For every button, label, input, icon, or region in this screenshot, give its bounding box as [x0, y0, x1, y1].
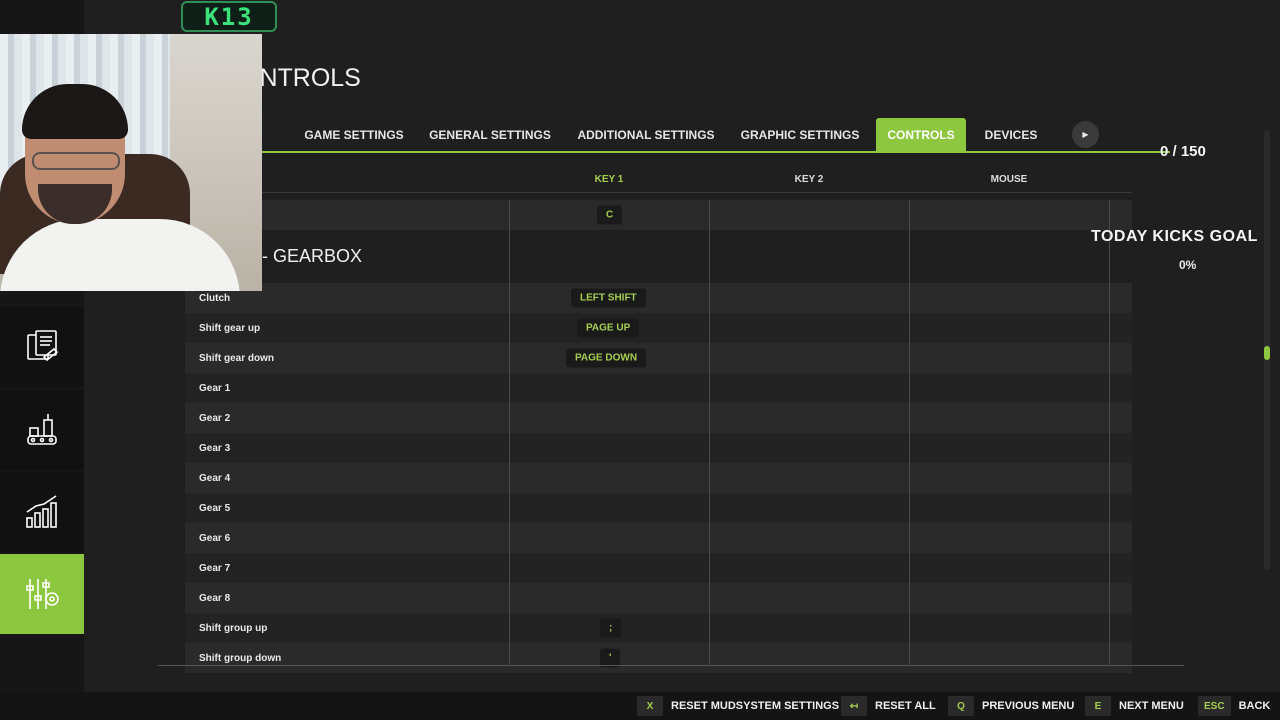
action-label: Gear 8 — [199, 592, 231, 604]
key1-binding[interactable]: PAGE UP — [577, 318, 640, 338]
tab-game-settings[interactable]: GAME SETTINGS — [294, 118, 414, 152]
action-label: Gear 6 — [199, 532, 231, 544]
header-divider — [262, 192, 1132, 193]
sidebar-item-settings[interactable] — [0, 554, 89, 634]
key-hint: E — [1085, 696, 1111, 716]
previous-menu-button[interactable]: Q PREVIOUS MENU — [948, 696, 1074, 716]
binding-row-shift-gear-up[interactable]: Shift gear up PAGE UP — [185, 313, 1132, 343]
binding-row-gear-4[interactable]: Gear 4 — [185, 463, 1132, 493]
tab-additional-settings[interactable]: ADDITIONAL SETTINGS — [572, 118, 720, 152]
action-label: Gear 1 — [199, 382, 231, 394]
action-label: Gear 7 — [199, 562, 231, 574]
tab-controls[interactable]: CONTROLS — [876, 118, 966, 152]
binding-row-gear-6[interactable]: Gear 6 — [185, 523, 1132, 553]
sidebar-item-documents[interactable] — [0, 307, 84, 387]
key-hint: ↤ — [841, 696, 867, 716]
tab-devices[interactable]: DEVICES — [978, 118, 1044, 152]
webcam-overlay — [0, 34, 262, 291]
tab-underline — [262, 151, 1170, 153]
action-label: Gear 4 — [199, 472, 231, 484]
column-divider — [709, 200, 710, 665]
hint-label: RESET MUDSYSTEM SETTINGS — [671, 700, 840, 712]
binding-row-shift-gear-down[interactable]: Shift gear down PAGE DOWN — [185, 343, 1132, 373]
goal-title: TODAY KICKS GOAL — [1091, 228, 1258, 245]
hint-label: PREVIOUS MENU — [982, 700, 1075, 712]
hint-label: NEXT MENU — [1119, 700, 1184, 712]
column-divider — [509, 200, 510, 665]
column-divider — [1109, 200, 1110, 665]
binding-row-gear-3[interactable]: Gear 3 — [185, 433, 1132, 463]
sidebar-item-statistics[interactable] — [0, 472, 84, 552]
action-label: Gear 3 — [199, 442, 231, 454]
action-label: Shift group down — [199, 652, 282, 664]
binding-row-gear-7[interactable]: Gear 7 — [185, 553, 1132, 583]
hint-label: BACK — [1238, 700, 1271, 712]
hint-label: RESET ALL — [875, 700, 936, 712]
column-header-key2: KEY 2 — [794, 174, 824, 185]
reset-all-button[interactable]: ↤ RESET ALL — [841, 696, 936, 716]
settings-sliders-icon — [26, 579, 59, 609]
sidebar-item-production[interactable] — [0, 390, 84, 470]
action-label: Clutch — [199, 292, 231, 304]
column-divider — [909, 200, 910, 665]
documents-icon — [27, 330, 59, 362]
column-header-mouse: MOUSE — [990, 174, 1028, 185]
key1-binding[interactable]: PAGE DOWN — [566, 348, 647, 368]
binding-row-partial[interactable]: C — [262, 200, 1132, 230]
action-label: Shift gear down — [199, 352, 274, 364]
factory-icon — [27, 414, 57, 445]
action-label: Gear 2 — [199, 412, 231, 424]
statistics-icon — [26, 495, 57, 528]
back-button[interactable]: ESC BACK — [1198, 696, 1270, 716]
goal-counter: 0 / 150 — [1160, 143, 1206, 160]
key1-binding[interactable]: ; — [600, 618, 622, 638]
section-title: - GEARBOX — [262, 246, 363, 266]
key1-binding[interactable]: LEFT SHIFT — [571, 288, 646, 308]
active-indicator-arrow — [84, 590, 89, 598]
key1-binding[interactable]: C — [597, 205, 623, 225]
binding-row-gear-5[interactable]: Gear 5 — [185, 493, 1132, 523]
key-hint: ESC — [1198, 696, 1231, 716]
table-bottom-divider — [158, 665, 1184, 666]
action-label: Gear 5 — [199, 502, 231, 514]
next-tab-arrow-icon[interactable]: ▶ — [1072, 121, 1099, 148]
badge-text: K13 — [204, 2, 254, 31]
binding-row-clutch[interactable]: Clutch LEFT SHIFT — [185, 283, 1132, 313]
key-hint: X — [637, 696, 663, 716]
binding-row-gear-8[interactable]: Gear 8 — [185, 583, 1132, 613]
tab-graphic-settings[interactable]: GRAPHIC SETTINGS — [738, 118, 862, 152]
binding-row-shift-group-down[interactable]: Shift group down ' — [185, 643, 1132, 673]
tab-general-settings[interactable]: GENERAL SETTINGS — [426, 118, 554, 152]
reset-mudsystem-button[interactable]: X RESET MUDSYSTEM SETTINGS — [637, 696, 839, 716]
binding-row-gear-2[interactable]: Gear 2 — [185, 403, 1132, 433]
scrollbar-thumb[interactable] — [1264, 346, 1270, 360]
action-label: Shift gear up — [199, 322, 261, 334]
next-menu-button[interactable]: E NEXT MENU — [1085, 696, 1184, 716]
channel-badge: K13 — [181, 1, 277, 32]
column-header-key1: KEY 1 — [594, 174, 624, 185]
key-hint: Q — [948, 696, 974, 716]
binding-row-gear-1[interactable]: Gear 1 — [185, 373, 1132, 403]
binding-row-shift-group-up[interactable]: Shift group up ; — [185, 613, 1132, 643]
action-label: Shift group up — [199, 622, 268, 634]
goal-percent: 0% — [1179, 258, 1197, 272]
binding-table: Clutch LEFT SHIFT Shift gear up PAGE UP … — [185, 283, 1132, 673]
